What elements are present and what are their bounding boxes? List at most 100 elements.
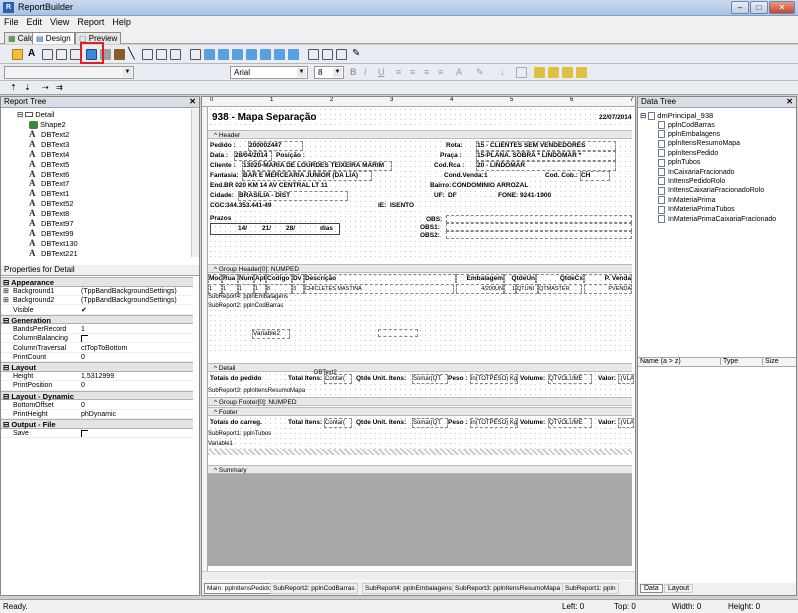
row-value[interactable]: 4/200UN <box>456 284 504 294</box>
checkbox-icon[interactable] <box>170 49 181 60</box>
obs2-field[interactable] <box>446 231 632 239</box>
tree-item[interactable]: A DBText3 <box>29 139 69 149</box>
data-tree-item[interactable]: pplnEmbalagens <box>658 130 720 139</box>
tree-item[interactable]: A DBText6 <box>29 169 69 179</box>
property-value[interactable]: 1 <box>81 325 85 334</box>
nudge-up-icon[interactable]: ⇡ <box>10 83 21 94</box>
row-value[interactable]: CHICLETES MASTINA <box>304 284 454 294</box>
property-row[interactable]: ⊞ Background2 (TppBandBackgroundSettings) <box>1 296 193 306</box>
endereco-value[interactable]: BR 020 KM 14 AV CENTRAL LT 11 <box>224 182 328 190</box>
property-row[interactable]: ⊞ Background1 (TppBandBackgroundSettings) <box>1 287 193 297</box>
subreport-tab[interactable]: SubReport3: pplnItensResumoMapa <box>452 583 564 594</box>
expand-icon[interactable]: ⊞ <box>3 296 9 305</box>
col-name[interactable]: Name (a > z) <box>640 358 681 365</box>
volume-value[interactable]: QTVOLUME <box>548 374 592 384</box>
report-date[interactable]: 22/07/2014 <box>599 114 632 122</box>
data-tree-item[interactable]: pplnItensPedido <box>658 149 718 158</box>
fantasia-value[interactable]: BAR E MERCEARIA JUNIOR (DA LIA) <box>242 171 372 181</box>
nudge-left-icon[interactable]: ⇢ <box>42 83 53 94</box>
subreport1[interactable]: SubReport1: pplnTubos <box>208 430 271 438</box>
select-icon[interactable] <box>12 49 23 60</box>
detail-band[interactable]: 1 1 1 1 8 3 CHICLETES MASTINA 4/200UN 1 QTUNI QTMA… <box>208 283 632 355</box>
dbcheckbox-icon[interactable] <box>288 49 299 60</box>
property-category[interactable]: ⊟ Appearance <box>1 277 193 287</box>
menu-report[interactable]: Report <box>73 16 108 28</box>
report-title[interactable]: 938 - Mapa Separação <box>212 112 317 124</box>
ie-value[interactable]: ISENTO <box>390 202 414 210</box>
property-row[interactable]: PrintHeight phDynamic <box>1 410 193 420</box>
shape-icon[interactable] <box>114 49 125 60</box>
property-value[interactable]: 1,5312999 <box>81 372 114 381</box>
property-row[interactable]: PrintCount 0 <box>1 353 193 362</box>
row-value[interactable]: QTUNI <box>516 284 538 294</box>
region-icon[interactable] <box>308 49 319 60</box>
variable1[interactable]: Variable1 <box>208 440 233 448</box>
property-category[interactable]: ⊟ Layout - Dynamic <box>1 390 193 401</box>
subreport-tab[interactable]: SubReport4: pplnEmbalagens <box>362 583 455 594</box>
property-row[interactable]: BottomOffset 0 <box>1 401 193 410</box>
group-footer-label[interactable]: ^ Group Footer[0]: NUMPED <box>208 397 632 406</box>
property-row[interactable]: ColumnTraversal ctTopToBottom <box>1 344 193 353</box>
data-tree-item[interactable]: pplnItensResumoMapa <box>658 139 740 148</box>
checkbox-unchecked[interactable] <box>81 335 88 343</box>
codrca-value[interactable]: 20 - LINDOMAR <box>476 161 616 171</box>
subreport-tab[interactable]: Main: pplnItensPedido <box>204 583 275 594</box>
close-button[interactable]: ✕ <box>769 1 795 14</box>
title-band[interactable]: 938 - Mapa Separação 22/07/2014 <box>208 107 632 129</box>
cgc-value[interactable]: 344.353.441-49 <box>226 202 272 210</box>
dbtext-icon[interactable] <box>190 49 201 60</box>
footer-volume-value[interactable]: QTVOLUME <box>548 418 592 428</box>
group-header-band[interactable]: Mod Rua Num Apt Codigo Dv Descrição Embalagem Qt… <box>208 273 632 284</box>
send-back-icon[interactable] <box>516 67 527 78</box>
row-value[interactable]: QTMASTER <box>538 284 582 294</box>
property-row[interactable]: Height 1,5312999 <box>1 372 193 382</box>
rota-value[interactable]: 15 - CLIENTES SEM VENDEDORES <box>476 141 616 151</box>
font-name-select[interactable]: Arial ▼ <box>230 66 308 79</box>
tab-design[interactable]: ▤ Design <box>32 32 75 44</box>
row-value[interactable]: 1 <box>504 284 516 294</box>
data-value[interactable]: 28/04/2014 <box>234 151 272 161</box>
tree-item[interactable]: Shape2 <box>29 120 66 129</box>
row-value[interactable]: 3 <box>292 284 304 294</box>
underline-icon[interactable]: U <box>378 67 389 78</box>
footer-total-itens-value[interactable]: Contar( <box>324 418 352 428</box>
bring-front-icon[interactable]: ↓ <box>500 67 511 78</box>
dbtext-floating[interactable]: DBText2 <box>314 369 337 377</box>
memo-icon[interactable] <box>42 49 53 60</box>
expand-icon[interactable]: ⊞ <box>3 287 9 296</box>
property-value[interactable]: phDynamic <box>81 410 116 419</box>
variable2[interactable]: Variable2 <box>252 329 290 339</box>
property-value[interactable]: 0 <box>81 401 85 410</box>
data-tree-item[interactable]: InItensCaixariaFracionadoRolo <box>658 186 764 195</box>
close-icon[interactable]: ✕ <box>189 97 196 107</box>
nudge-right-icon[interactable]: ⇉ <box>56 83 67 94</box>
menu-help[interactable]: Help <box>108 16 135 28</box>
subreport4[interactable]: SubReport4: pplnEmbalagens <box>208 293 288 301</box>
property-value[interactable]: (TppBandBackgroundSettings) <box>81 296 177 305</box>
property-row[interactable]: BandsPerRecord 1 <box>1 325 193 335</box>
tree-item[interactable]: A DBText7 <box>29 179 69 189</box>
tree-item[interactable]: A DBText130 <box>29 238 78 248</box>
property-category[interactable]: ⊟ Generation <box>1 314 193 325</box>
footer-qtde-unit-value[interactable]: Somar(QT <box>412 418 448 428</box>
minimize-button[interactable]: – <box>731 1 749 14</box>
subreport-tab[interactable]: SubReport1: ppln <box>562 583 619 594</box>
subreport2[interactable]: SubReport2: pplnCodBarras <box>208 302 283 310</box>
font-size-select[interactable]: 8 ▼ <box>314 66 344 79</box>
tree-scrollbar[interactable] <box>191 109 199 257</box>
data-tree-item[interactable]: pplnTubos <box>658 158 700 167</box>
codcob-value[interactable]: CH <box>580 171 610 181</box>
property-value[interactable]: (TppBandBackgroundSettings) <box>81 287 177 296</box>
highlight-icon[interactable]: ✎ <box>476 67 487 78</box>
cliente-value[interactable]: 13020-MARIA DE LOURDES TEIXEIRA MARIM <box>242 161 392 171</box>
menu-view[interactable]: View <box>46 16 73 28</box>
row-value[interactable]: PVENDA <box>584 284 632 294</box>
subreport-icon[interactable] <box>322 49 333 60</box>
prazo2-value[interactable]: 21/ <box>262 225 271 233</box>
align-left-icon[interactable]: ≡ <box>396 67 407 78</box>
2d-barcode-icon[interactable] <box>156 49 167 60</box>
footer-band[interactable]: Totais do carreg. Total Itens: Contar( Q… <box>208 416 634 456</box>
dbcalc-icon[interactable] <box>232 49 243 60</box>
tree-root[interactable]: ⊟ Detail <box>17 110 54 119</box>
checkbox-checked[interactable]: ✔ <box>81 306 87 315</box>
